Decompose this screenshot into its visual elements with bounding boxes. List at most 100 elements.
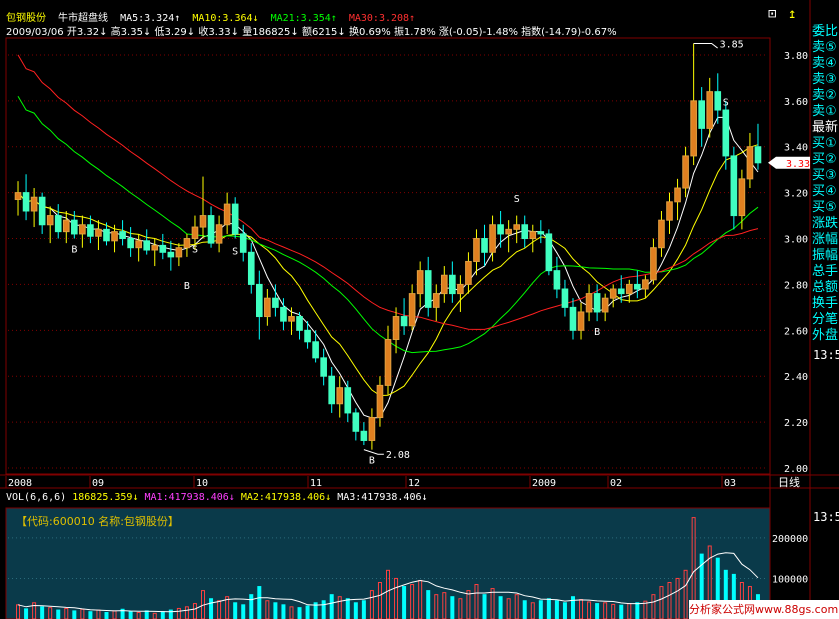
side-panel-item: 外盘 bbox=[812, 328, 839, 343]
vol-tick-label: 200000 bbox=[772, 534, 808, 545]
candle-body bbox=[38, 196, 46, 226]
signal-label: S bbox=[514, 194, 520, 205]
volume-bar bbox=[72, 610, 77, 619]
candle-body bbox=[159, 244, 167, 253]
candle-body bbox=[513, 224, 521, 230]
volume-bar bbox=[56, 609, 61, 619]
candle-body bbox=[135, 240, 142, 249]
candle-body bbox=[392, 316, 400, 340]
side-panel-item: 卖④ bbox=[812, 56, 837, 71]
side-panel-item: 买⑤ bbox=[812, 200, 837, 215]
volume-bar bbox=[538, 600, 543, 619]
candle-body bbox=[682, 155, 689, 189]
candle-body bbox=[400, 316, 408, 327]
signal-label: S bbox=[232, 247, 238, 258]
candle-body bbox=[424, 270, 432, 308]
candle-body bbox=[312, 341, 319, 359]
candle-body bbox=[71, 219, 78, 235]
low-pointer bbox=[363, 449, 384, 455]
side-panel-item: 买① bbox=[812, 136, 837, 151]
candle-body bbox=[384, 338, 392, 386]
candle-body bbox=[577, 311, 585, 331]
candle-body bbox=[722, 109, 730, 157]
candle-body bbox=[585, 293, 593, 313]
candle-body bbox=[650, 247, 657, 281]
side-panel-item: 买④ bbox=[812, 184, 837, 199]
candle-body bbox=[46, 215, 54, 226]
signal-label: S bbox=[723, 97, 729, 108]
period-label: 日线 bbox=[778, 475, 800, 489]
volume-bar bbox=[562, 602, 567, 619]
volume-bar bbox=[104, 612, 109, 619]
price-tick-label: 2.40 bbox=[784, 372, 808, 383]
candle-body bbox=[183, 238, 191, 249]
candle-body bbox=[111, 231, 118, 242]
volume-bar bbox=[345, 598, 350, 619]
candle-body bbox=[62, 219, 70, 233]
vol-params: VOL(6,6,6) bbox=[6, 492, 67, 503]
volume-bar bbox=[321, 600, 326, 619]
volume-bar bbox=[402, 586, 407, 619]
volume-bar bbox=[595, 603, 600, 619]
candle-body bbox=[30, 196, 38, 212]
side-panel-item: 买③ bbox=[812, 168, 837, 183]
volume-bar bbox=[305, 605, 310, 619]
volume-bar bbox=[241, 604, 246, 619]
volume-bar bbox=[40, 606, 45, 619]
signal-label: B bbox=[594, 327, 600, 338]
vol-value: 186825.359↓ bbox=[72, 492, 139, 503]
signal-label: B bbox=[71, 244, 77, 255]
volume-bar bbox=[88, 611, 93, 619]
price-tick-label: 2.60 bbox=[784, 326, 808, 337]
candle-body bbox=[714, 91, 722, 111]
volume-bar bbox=[635, 602, 640, 619]
candle-body bbox=[368, 417, 376, 441]
candle-body bbox=[730, 155, 738, 217]
candle-body bbox=[674, 187, 681, 203]
candle-body bbox=[416, 270, 424, 295]
price-tick-label: 3.60 bbox=[784, 97, 808, 108]
candle-body bbox=[617, 288, 625, 295]
time-label: 11 bbox=[310, 478, 322, 489]
volume-header: VOL(6,6,6) 186825.359↓ MA1:417938.406↓ M… bbox=[6, 492, 428, 503]
side-panel-item: 卖① bbox=[812, 104, 837, 119]
side-panel-item: 分笔 bbox=[812, 312, 839, 327]
volume-bar bbox=[482, 594, 487, 619]
volume-bar bbox=[554, 600, 559, 619]
volume-bar bbox=[249, 594, 254, 619]
candle-body bbox=[690, 100, 697, 157]
volume-bar bbox=[329, 594, 334, 619]
candle-body bbox=[561, 288, 569, 308]
candle-body bbox=[601, 297, 609, 313]
candle-body bbox=[642, 279, 649, 290]
signal-label: B bbox=[369, 455, 375, 466]
candle-body bbox=[754, 146, 762, 164]
volume-bar bbox=[426, 590, 431, 619]
candle-body bbox=[14, 192, 22, 201]
candle-body bbox=[247, 251, 255, 285]
candle-body bbox=[296, 316, 303, 331]
volume-bar bbox=[160, 611, 165, 619]
candle-body bbox=[207, 215, 215, 244]
candle-body bbox=[239, 233, 247, 253]
side-panel-item: 涨跌 bbox=[812, 216, 839, 231]
time-label: 03 bbox=[724, 478, 736, 489]
candle-body bbox=[255, 283, 263, 318]
high-label: 3.85 bbox=[720, 39, 744, 50]
side-panel-item: 总手 bbox=[812, 264, 839, 279]
price-tick-label: 2.20 bbox=[784, 418, 808, 429]
signal-label: S bbox=[192, 244, 198, 255]
candle-body bbox=[440, 274, 448, 295]
candle-body bbox=[215, 224, 223, 244]
ma21-line bbox=[17, 96, 759, 354]
candle-body bbox=[529, 231, 537, 240]
candle-body bbox=[103, 228, 110, 242]
vol-tick-label: 100000 bbox=[772, 574, 808, 585]
candle-body bbox=[79, 224, 86, 235]
side-panel-item: 振幅 bbox=[812, 248, 839, 263]
side-time-2: 13:5 bbox=[813, 510, 839, 524]
volume-bar bbox=[522, 600, 527, 619]
candle-body bbox=[22, 192, 30, 212]
volume-bar bbox=[273, 602, 278, 619]
candle-body bbox=[288, 316, 295, 322]
